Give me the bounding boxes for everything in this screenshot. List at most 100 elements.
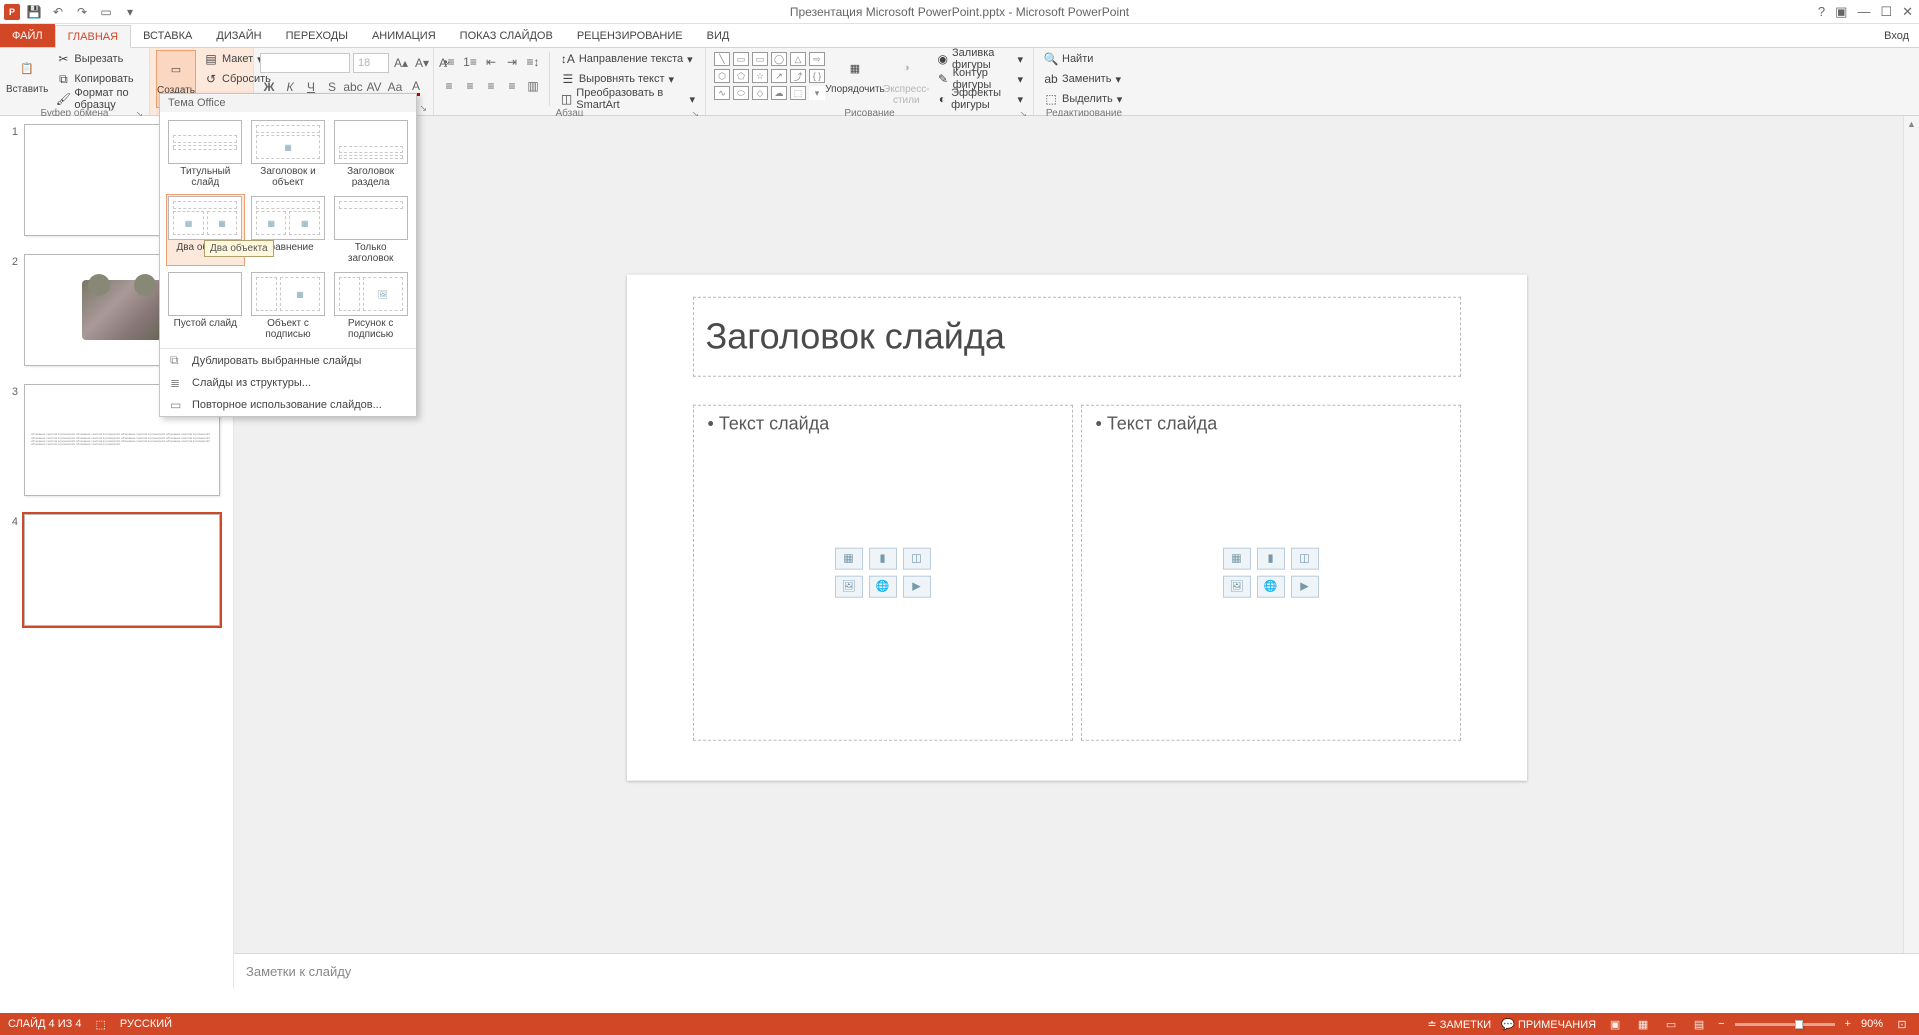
close-icon[interactable]: ✕	[1902, 4, 1913, 20]
fit-to-window-icon[interactable]: ⊡	[1893, 1016, 1911, 1032]
tab-insert[interactable]: ВСТАВКА	[131, 24, 204, 47]
notes-toggle[interactable]: ≐ ЗАМЕТКИ	[1427, 1018, 1491, 1031]
insert-table-icon[interactable]: ▦	[1223, 547, 1251, 569]
help-icon[interactable]: ?	[1818, 4, 1825, 19]
replace-button[interactable]: abЗаменить ▾	[1040, 70, 1126, 88]
columns-icon[interactable]: ▥	[524, 77, 542, 95]
tab-file[interactable]: ФАЙЛ	[0, 24, 55, 47]
tab-design[interactable]: ДИЗАЙН	[204, 24, 273, 47]
line-spacing-icon[interactable]: ≡↕	[524, 53, 542, 71]
insert-smartart-icon[interactable]: ◫	[903, 547, 931, 569]
copy-button[interactable]: ⧉Копировать	[52, 70, 143, 88]
start-slideshow-icon[interactable]: ▭	[96, 2, 116, 22]
slides-from-outline-item[interactable]: ≣Слайды из структуры...	[160, 372, 416, 394]
zoom-slider[interactable]	[1735, 1023, 1835, 1026]
qat-customize-icon[interactable]: ▾	[120, 2, 140, 22]
quick-styles-button[interactable]: ◑ Экспресс-стили	[883, 50, 930, 106]
save-icon[interactable]: 💾	[24, 2, 44, 22]
insert-picture-icon[interactable]: 🖼	[1223, 575, 1251, 597]
font-family-combo[interactable]	[260, 53, 350, 73]
thumbnail-4[interactable]: 4	[0, 512, 233, 642]
font-size-combo[interactable]: 18	[353, 53, 389, 73]
layout-blank[interactable]: Пустой слайд	[166, 270, 245, 342]
normal-view-icon[interactable]: ▣	[1606, 1016, 1624, 1032]
font-dialog-launcher[interactable]: ↘	[419, 103, 427, 114]
tab-animation[interactable]: АНИМАЦИЯ	[360, 24, 448, 47]
tab-transitions[interactable]: ПЕРЕХОДЫ	[274, 24, 360, 47]
duplicate-slides-item[interactable]: ⧉Дублировать выбранные слайды	[160, 349, 416, 372]
title-placeholder[interactable]: Заголовок слайда	[693, 296, 1461, 376]
decrease-indent-icon[interactable]: ⇤	[482, 53, 500, 71]
content-placeholder-left[interactable]: • Текст слайда ▦ ▮ ◫ 🖼 🌐 ▶	[693, 404, 1073, 740]
text-direction-button[interactable]: ↕AНаправление текста ▾	[557, 50, 699, 68]
reuse-icon: ▭	[170, 398, 184, 412]
bullets-icon[interactable]: •≡	[440, 53, 458, 71]
tab-review[interactable]: РЕЦЕНЗИРОВАНИЕ	[565, 24, 695, 47]
vertical-scrollbar[interactable]: ▲ ▼ ≡	[1903, 116, 1919, 989]
sign-in-link[interactable]: Вход	[1874, 24, 1919, 47]
spellcheck-icon[interactable]: ⬚	[95, 1018, 105, 1031]
align-center-icon[interactable]: ≡	[461, 77, 479, 95]
layout-picture-caption[interactable]: 🖼 Рисунок с подписью	[331, 270, 410, 342]
shape-effects-button[interactable]: ◐Эффекты фигуры ▾	[934, 90, 1027, 108]
undo-icon[interactable]: ↶	[48, 2, 68, 22]
insert-video-icon[interactable]: ▶	[903, 575, 931, 597]
slide-editor[interactable]: Заголовок слайда • Текст слайда ▦ ▮ ◫ 🖼 …	[234, 116, 1919, 989]
slideshow-view-icon[interactable]: ▤	[1690, 1016, 1708, 1032]
format-painter-button[interactable]: 🖌Формат по образцу	[52, 90, 143, 108]
shape-outline-button[interactable]: ✎Контур фигуры ▾	[934, 70, 1027, 88]
insert-online-picture-icon[interactable]: 🌐	[869, 575, 897, 597]
insert-smartart-icon[interactable]: ◫	[1291, 547, 1319, 569]
find-button[interactable]: 🔍Найти	[1040, 50, 1126, 68]
comments-toggle[interactable]: 💬 ПРИМЕЧАНИЯ	[1501, 1018, 1596, 1031]
insert-picture-icon[interactable]: 🖼	[835, 575, 863, 597]
layout-title-slide[interactable]: Титульный слайд	[166, 118, 245, 190]
text-direction-icon: ↕A	[561, 52, 575, 66]
layout-title-content[interactable]: ▦ Заголовок и объект	[249, 118, 328, 190]
slide-canvas[interactable]: Заголовок слайда • Текст слайда ▦ ▮ ◫ 🖼 …	[627, 274, 1527, 780]
reading-view-icon[interactable]: ▭	[1662, 1016, 1680, 1032]
content-placeholder-right[interactable]: • Текст слайда ▦ ▮ ◫ 🖼 🌐 ▶	[1081, 404, 1461, 740]
zoom-level[interactable]: 90%	[1861, 1018, 1883, 1030]
grow-font-icon[interactable]: A▴	[392, 54, 410, 72]
layout-content-caption[interactable]: ▦ Объект с подписью	[249, 270, 328, 342]
language-indicator[interactable]: РУССКИЙ	[120, 1018, 172, 1030]
insert-video-icon[interactable]: ▶	[1291, 575, 1319, 597]
shrink-font-icon[interactable]: A▾	[413, 54, 431, 72]
reuse-slides-item[interactable]: ▭Повторное использование слайдов...	[160, 394, 416, 416]
insert-chart-icon[interactable]: ▮	[1257, 547, 1285, 569]
numbering-icon[interactable]: 1≡	[461, 53, 479, 71]
cut-button[interactable]: ✂Вырезать	[52, 50, 143, 68]
ribbon-display-icon[interactable]: ▣	[1835, 4, 1847, 20]
insert-table-icon[interactable]: ▦	[835, 547, 863, 569]
convert-smartart-button[interactable]: ◫Преобразовать в SmartArt ▾	[557, 90, 699, 108]
slide-counter[interactable]: СЛАЙД 4 ИЗ 4	[8, 1018, 81, 1030]
insert-chart-icon[interactable]: ▮	[869, 547, 897, 569]
tab-home[interactable]: ГЛАВНАЯ	[55, 25, 131, 48]
select-button[interactable]: ⬚Выделить ▾	[1040, 90, 1126, 108]
minimize-icon[interactable]: —	[1857, 4, 1870, 19]
align-right-icon[interactable]: ≡	[482, 77, 500, 95]
tab-view[interactable]: ВИД	[695, 24, 742, 47]
align-text-button[interactable]: ☰Выровнять текст ▾	[557, 70, 699, 88]
arrange-button[interactable]: ▦ Упорядочить	[831, 50, 879, 95]
arrange-icon: ▦	[841, 54, 869, 82]
tab-slideshow[interactable]: ПОКАЗ СЛАЙДОВ	[448, 24, 565, 47]
align-left-icon[interactable]: ≡	[440, 77, 458, 95]
insert-online-picture-icon[interactable]: 🌐	[1257, 575, 1285, 597]
notes-pane[interactable]: Заметки к слайду	[234, 953, 1919, 989]
zoom-in-icon[interactable]: +	[1845, 1018, 1851, 1030]
sorter-view-icon[interactable]: ▦	[1634, 1016, 1652, 1032]
zoom-out-icon[interactable]: −	[1718, 1018, 1724, 1030]
redo-icon[interactable]: ↷	[72, 2, 92, 22]
shapes-gallery[interactable]: ╲▭▭◯△⇨ ⬡⬠☆↗⤴{ } ∿⬭◇☁⬚▾	[712, 50, 827, 102]
maximize-icon[interactable]: ☐	[1880, 4, 1892, 20]
shape-fill-button[interactable]: ◉Заливка фигуры ▾	[934, 50, 1027, 68]
scroll-up-icon[interactable]: ▲	[1904, 116, 1919, 132]
layout-title-only[interactable]: Только заголовок	[331, 194, 410, 266]
justify-icon[interactable]: ≡	[503, 77, 521, 95]
increase-indent-icon[interactable]: ⇥	[503, 53, 521, 71]
paste-button[interactable]: 📋 Вставить	[6, 50, 48, 95]
layout-section-header[interactable]: Заголовок раздела	[331, 118, 410, 190]
layout-icon: ▤	[204, 52, 218, 66]
